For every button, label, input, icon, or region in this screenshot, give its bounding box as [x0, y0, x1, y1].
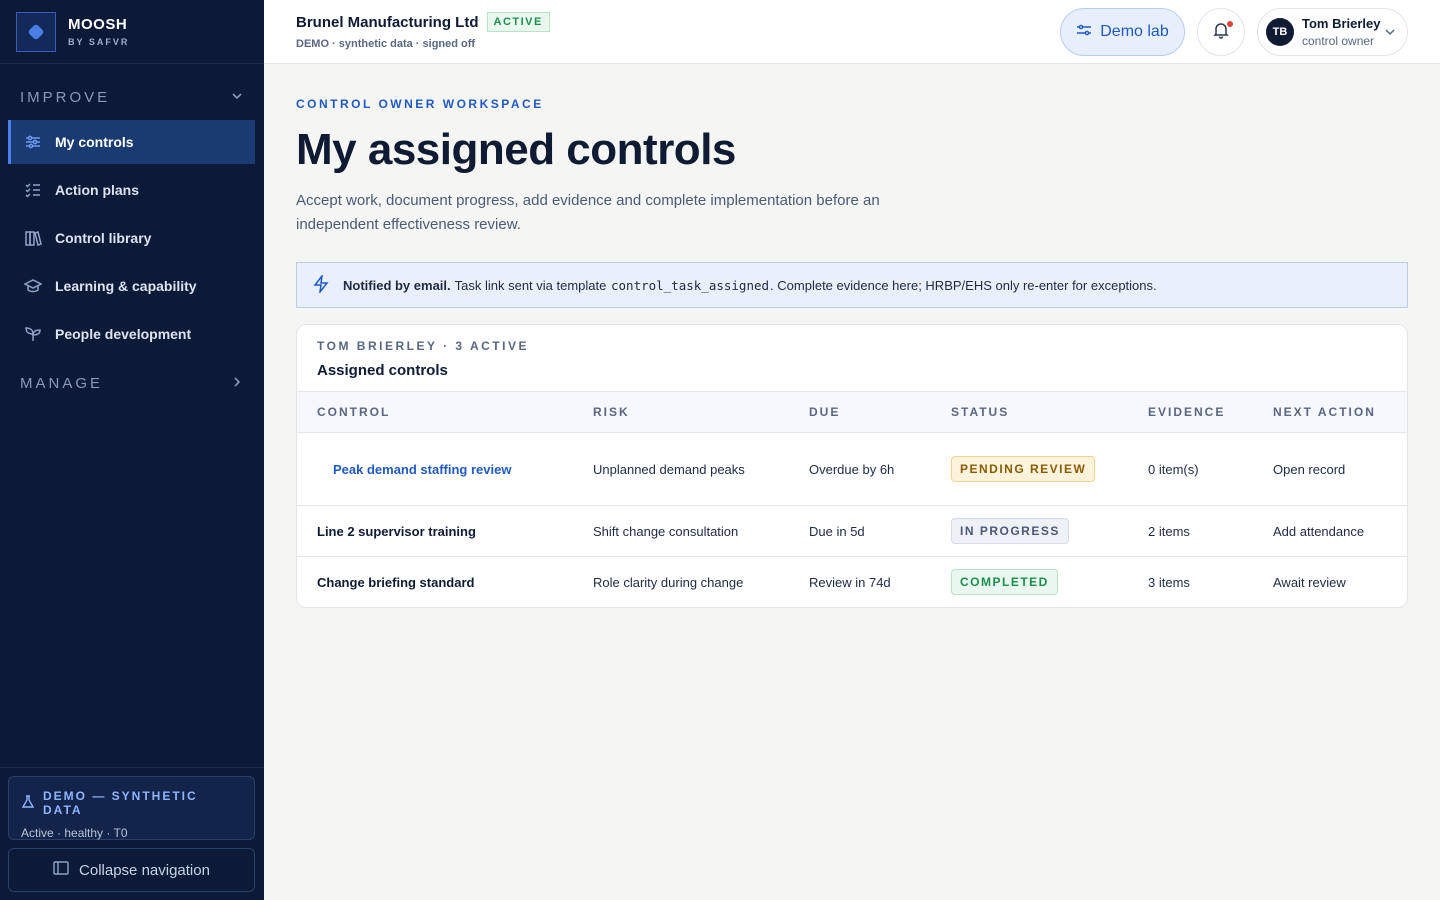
card-title: Assigned controls — [317, 362, 448, 379]
panel-left-icon — [53, 861, 69, 879]
demo-lab-button[interactable]: Demo lab — [1060, 8, 1185, 56]
chevron-down-icon — [1383, 25, 1397, 44]
organization-subtitle: DEMO · synthetic data · signed off — [296, 38, 476, 50]
sidebar: MOOSH BY SAFVR IMPROVE My controls Actio… — [0, 0, 264, 900]
risk-cell: Unplanned demand peaks — [593, 461, 745, 477]
column-header-due: DUE — [809, 405, 841, 419]
assigned-controls-card: TOM BRIERLEY · 3 ACTIVE Assigned control… — [296, 324, 1408, 608]
sidebar-item-label: People development — [55, 326, 192, 342]
next-action-cell[interactable]: Await review — [1273, 575, 1407, 590]
graduation-cap-icon — [24, 277, 42, 295]
next-action-cell[interactable]: Add attendance — [1273, 524, 1407, 539]
due-cell: Overdue by 6h — [809, 461, 895, 477]
table-row[interactable]: Line 2 supervisor training Shift change … — [297, 506, 1407, 557]
section-improve-label: IMPROVE — [20, 88, 111, 106]
sprout-icon — [24, 325, 42, 343]
section-manage-label: MANAGE — [20, 374, 104, 392]
due-cell: Due in 5d — [809, 523, 865, 539]
books-icon — [24, 229, 42, 247]
lightning-icon — [313, 272, 329, 296]
collapse-navigation-label: Collapse navigation — [79, 861, 210, 879]
evidence-cell: 0 item(s) — [1148, 461, 1199, 477]
top-bar: Brunel Manufacturing Ltd ACTIVE DEMO · s… — [264, 0, 1440, 64]
organization-header: Brunel Manufacturing Ltd ACTIVE DEMO · s… — [296, 12, 550, 50]
notice-bold: Notified by email. — [343, 277, 451, 293]
risk-cell: Shift change consultation — [593, 523, 739, 539]
status-badge: PENDING REVIEW — [951, 456, 1096, 482]
demo-status-card[interactable]: DEMO — SYNTHETIC DATA Active · healthy ·… — [8, 776, 255, 840]
sidebar-item-label: Action plans — [55, 182, 140, 198]
control-cell[interactable]: Line 2 supervisor training — [297, 524, 593, 539]
evidence-cell: 3 items — [1148, 574, 1190, 590]
sidebar-item-control-library[interactable]: Control library — [8, 216, 255, 260]
next-action-cell[interactable]: Open record — [1273, 462, 1407, 477]
brand-name: MOOSH — [68, 16, 128, 33]
user-name: Tom Brierley — [1302, 16, 1381, 31]
table-row[interactable]: Peak demand staffing review Unplanned de… — [297, 433, 1407, 506]
notice-template-code: control_task_assigned — [611, 277, 770, 293]
column-header-control: CONTROL — [317, 405, 391, 419]
collapse-navigation-button[interactable]: Collapse navigation — [8, 848, 255, 892]
notification-dot — [1227, 21, 1233, 27]
risk-cell: Role clarity during change — [593, 574, 744, 590]
sliders-icon — [1076, 23, 1092, 42]
organization-name: Brunel Manufacturing Ltd — [296, 13, 479, 31]
page-eyebrow: CONTROL OWNER WORKSPACE — [296, 97, 544, 111]
flask-icon — [21, 794, 35, 812]
main-content: CONTROL OWNER WORKSPACE My assigned cont… — [296, 64, 1408, 608]
sidebar-item-label: Control library — [55, 230, 152, 246]
evidence-cell: 2 items — [1148, 523, 1190, 539]
sidebar-item-learning-capability[interactable]: Learning & capability — [8, 264, 255, 308]
column-header-evidence: EVIDENCE — [1148, 405, 1226, 419]
user-menu-button[interactable]: TB Tom Brierley control owner — [1257, 8, 1408, 56]
page-description: Accept work, document progress, add evid… — [296, 192, 880, 233]
sidebar-item-people-development[interactable]: People development — [8, 312, 255, 356]
column-header-status: STATUS — [951, 405, 1010, 419]
section-manage-toggle[interactable]: MANAGE — [0, 360, 264, 406]
checklist-icon — [24, 181, 42, 199]
column-header-next-action: NEXT ACTION — [1273, 405, 1376, 419]
brand-subtitle: BY SAFVR — [68, 37, 130, 47]
logo-icon — [16, 11, 56, 52]
table-header: CONTROL RISK DUE STATUS EVIDENCE NEXT AC… — [297, 392, 1407, 433]
brand[interactable]: MOOSH BY SAFVR — [0, 0, 264, 64]
chevron-right-icon — [230, 375, 244, 392]
page-title: My assigned controls — [296, 125, 736, 174]
email-notice-banner: Notified by email. Task link sent via te… — [296, 262, 1408, 308]
notice-text-post: . Complete evidence here; HRBP/EHS only … — [770, 277, 1157, 293]
column-header-risk: RISK — [593, 405, 630, 419]
card-eyebrow: TOM BRIERLEY · 3 ACTIVE — [317, 339, 529, 353]
control-link[interactable]: Peak demand staffing review — [297, 462, 593, 477]
section-improve-toggle[interactable]: IMPROVE — [0, 74, 264, 120]
sidebar-item-my-controls[interactable]: My controls — [8, 120, 255, 164]
status-badge: ACTIVE — [486, 12, 550, 32]
user-role: control owner — [1302, 34, 1375, 48]
sidebar-item-label: Learning & capability — [55, 278, 197, 294]
notifications-button[interactable] — [1197, 8, 1245, 56]
demo-title: DEMO — SYNTHETIC DATA — [43, 789, 198, 817]
control-cell[interactable]: Change briefing standard — [297, 575, 593, 590]
sliders-icon — [24, 133, 42, 151]
status-badge: COMPLETED — [951, 569, 1058, 595]
table-row[interactable]: Change briefing standard Role clarity du… — [297, 557, 1407, 607]
due-cell: Review in 74d — [809, 574, 891, 590]
demo-status: Active · healthy · T0 — [21, 826, 128, 840]
sidebar-item-action-plans[interactable]: Action plans — [8, 168, 255, 212]
avatar: TB — [1266, 18, 1294, 46]
sidebar-item-label: My controls — [55, 134, 134, 150]
status-badge: IN PROGRESS — [951, 518, 1069, 544]
notice-text-pre: Task link sent via template — [454, 277, 607, 293]
chevron-down-icon — [230, 89, 244, 106]
sidebar-divider — [0, 767, 264, 768]
demo-lab-label: Demo lab — [1100, 23, 1169, 40]
